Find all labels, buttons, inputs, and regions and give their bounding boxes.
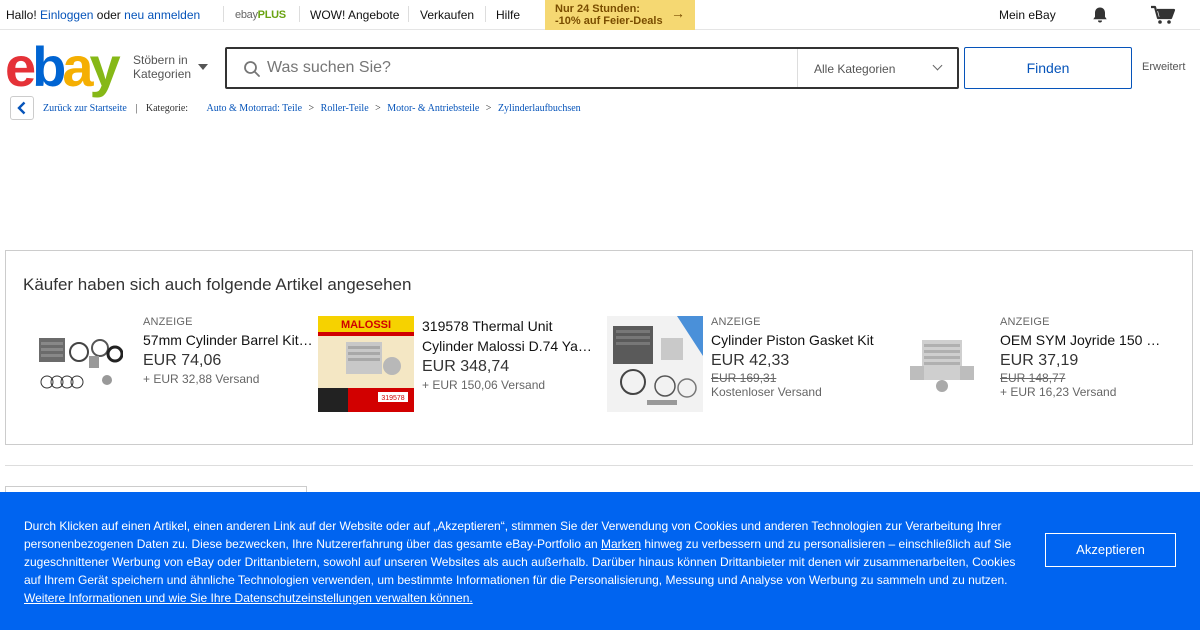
product-price: EUR 42,33 (711, 352, 790, 369)
product-image (27, 316, 123, 412)
product-info: ANZEIGE Cylinder Piston Gasket Kit EUR 4… (711, 316, 881, 399)
help-link[interactable]: Hilfe (496, 8, 520, 22)
ebay-plus-text-b: PLUS (257, 9, 286, 21)
greeting-text: Hallo! (6, 8, 37, 22)
login-link[interactable]: Einloggen (40, 8, 93, 22)
category-select-value: Alle Kategorien (814, 62, 896, 76)
breadcrumb-chevron: > (308, 103, 315, 114)
product-info: ANZEIGE 57mm Cylinder Barrel Kit for Yam… (143, 316, 313, 386)
breadcrumb-item[interactable]: Zylinderlaufbuchsen (498, 103, 581, 114)
product-shipping: + EUR 16,23 Versand (1000, 385, 1117, 399)
arrow-right-icon: → (671, 5, 685, 21)
product-old-price: EUR 169,31 (711, 371, 777, 385)
category-label: Kategorie: (145, 103, 189, 114)
product-shipping: + EUR 150,06 Versand (422, 378, 546, 392)
product-image (896, 316, 992, 412)
logo-letter: y (89, 35, 121, 98)
logo-letter: b (32, 35, 66, 98)
promo-banner[interactable]: Nur 24 Stunden: -10% auf Feier-Deals → (545, 0, 695, 30)
product-title[interactable]: 57mm Cylinder Barrel Kit for Yamaha (143, 330, 313, 350)
recommendations-title: Käufer haben sich auch folgende Artikel … (23, 275, 412, 294)
privacy-settings-link[interactable]: Weitere Informationen und wie Sie Ihre D… (24, 591, 473, 605)
brands-link[interactable]: Marken (601, 537, 641, 551)
chevron-down-icon (932, 60, 943, 71)
product-image: MALOSSI 319578 (318, 316, 414, 412)
product-shipping: + EUR 32,88 Versand (143, 372, 260, 386)
privacy-settings-link-text[interactable]: Weitere Informationen und wie Sie Ihre D… (24, 591, 473, 605)
breadcrumb: Zurück zur Startseite | Kategorie: Auto … (43, 103, 581, 114)
recommendations-panel: Käufer haben sich auch folgende Artikel … (5, 250, 1193, 445)
breadcrumb-chevron: > (375, 103, 381, 114)
product-info: ANZEIGE OEM SYM Joyride 150 Cylinder EUR… (1000, 316, 1170, 399)
divider (408, 6, 409, 22)
product-old-price: EUR 148,77 (1000, 371, 1066, 385)
breadcrumb-item[interactable]: Motor- & Antriebsteile (387, 103, 479, 114)
breadcrumb-item[interactable]: Auto & Motorrad: Teile (207, 103, 303, 114)
ebay-plus-text-a: ebay (235, 9, 258, 21)
cookie-text: Durch Klicken auf einen Artikel, einen a… (24, 517, 1029, 607)
browse-line1: Stöbern in (133, 53, 188, 67)
caret-down-icon[interactable] (198, 64, 208, 70)
or-text: oder (96, 8, 121, 22)
brands-link-text[interactable]: Marken (601, 537, 641, 551)
product-shipping: Kostenloser Versand (711, 385, 822, 399)
product-info: 319578 Thermal Unit Cylinder Malossi D.7… (422, 316, 592, 392)
svg-text:319578: 319578 (381, 395, 404, 402)
register-link[interactable]: neu anmelden (124, 8, 200, 22)
section-divider (5, 465, 1193, 466)
product-price: EUR 37,19 (1000, 352, 1079, 369)
search-bar: Alle Kategorien (225, 47, 959, 89)
divider (485, 6, 486, 22)
product-title[interactable]: 319578 Thermal Unit (422, 316, 592, 336)
greeting: Hallo! Einloggen oder neu anmelden (6, 8, 200, 22)
promo-line1: Nur 24 Stunden: (555, 3, 640, 15)
breadcrumb-chevron: > (485, 103, 492, 114)
promo-line2: -10% auf Feier-Deals (555, 15, 663, 27)
product-card[interactable]: ANZEIGE 57mm Cylinder Barrel Kit for Yam… (27, 316, 317, 416)
find-button[interactable]: Finden (964, 47, 1132, 89)
ebay-logo[interactable]: ebay (5, 39, 125, 95)
product-title[interactable]: OEM SYM Joyride 150 Cylinder (1000, 330, 1170, 350)
back-button[interactable] (10, 96, 34, 120)
ad-badge: ANZEIGE (1000, 316, 1050, 328)
divider (299, 6, 300, 22)
product-title-line2[interactable]: Cylinder Malossi D.74 Yamaha (422, 336, 592, 356)
cookie-banner: Durch Klicken auf einen Artikel, einen a… (0, 492, 1200, 630)
sell-link[interactable]: Verkaufen (420, 8, 474, 22)
cart-icon[interactable] (1150, 5, 1176, 25)
ebay-plus-link[interactable]: ebayPLUS (235, 9, 286, 21)
browse-categories-button[interactable]: Stöbern in Kategorien (133, 53, 191, 81)
product-card[interactable]: ANZEIGE OEM SYM Joyride 150 Cylinder EUR… (896, 316, 1186, 416)
search-icon (244, 61, 260, 77)
category-select[interactable]: Alle Kategorien (797, 49, 957, 87)
back-to-home-link[interactable]: Zurück zur Startseite (43, 103, 127, 114)
product-price: EUR 74,06 (143, 352, 222, 369)
advanced-search-link[interactable]: Erweitert (1142, 61, 1185, 73)
browse-line2: Kategorien (133, 67, 192, 81)
ad-badge: ANZEIGE (711, 316, 761, 328)
accept-cookies-button[interactable]: Akzeptieren (1045, 533, 1176, 567)
chevron-left-icon (17, 101, 26, 115)
breadcrumb-separator: | (135, 103, 138, 114)
ad-badge: ANZEIGE (143, 316, 193, 328)
product-price: EUR 348,74 (422, 358, 510, 375)
logo-letter: a (62, 35, 93, 98)
top-bar: Hallo! Einloggen oder neu anmelden ebayP… (0, 0, 1200, 30)
breadcrumb-item[interactable]: Roller-Teile (321, 103, 369, 114)
divider (223, 6, 224, 22)
my-ebay-link[interactable]: Mein eBay (999, 8, 1056, 22)
product-title[interactable]: Cylinder Piston Gasket Kit (711, 330, 881, 350)
bell-icon[interactable] (1091, 6, 1109, 24)
product-card[interactable]: ANZEIGE Cylinder Piston Gasket Kit EUR 4… (607, 316, 897, 416)
search-input[interactable] (267, 49, 792, 87)
svg-text:MALOSSI: MALOSSI (341, 319, 391, 331)
logo-letter: e (5, 35, 36, 98)
product-image (607, 316, 703, 412)
wow-deals-link[interactable]: WOW! Angebote (310, 8, 399, 22)
product-card[interactable]: MALOSSI 319578 319578 Thermal Unit Cylin… (318, 316, 608, 416)
